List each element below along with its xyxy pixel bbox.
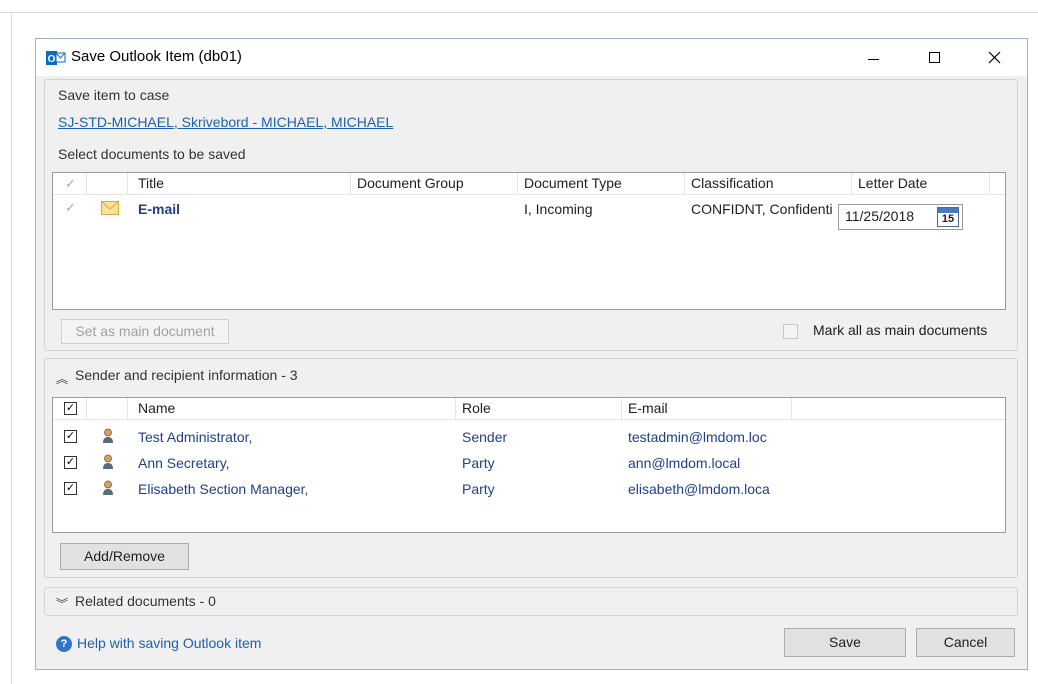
- minimize-button[interactable]: [850, 39, 896, 76]
- column-letter-date[interactable]: Letter Date: [852, 173, 990, 194]
- column-document-group[interactable]: Document Group: [351, 173, 518, 194]
- column-role[interactable]: Role: [456, 398, 622, 419]
- select-all-documents-cell: ✓: [53, 173, 87, 194]
- documents-table-header: ✓ Title Document Group Document Type Cla…: [53, 173, 1005, 195]
- window-title: Save Outlook Item (db01): [71, 48, 242, 65]
- save-outlook-item-dialog: O Save Outlook Item (db01) Save item to …: [35, 38, 1028, 670]
- envelope-icon: [101, 201, 119, 215]
- calendar-day: 15: [941, 213, 955, 225]
- sender-name[interactable]: Ann Secretary,: [138, 453, 230, 473]
- case-link[interactable]: SJ-STD-MICHAEL, Skrivebord - MICHAEL, MI…: [58, 114, 393, 130]
- outlook-app-icon: O: [46, 51, 66, 65]
- icon-column-header: [87, 173, 128, 194]
- column-name[interactable]: Name: [128, 398, 456, 419]
- svg-text:O: O: [48, 54, 56, 65]
- sender-role: Party: [462, 455, 495, 471]
- select-all-documents-checkbox[interactable]: ✓: [64, 177, 77, 190]
- background-top-line: [0, 12, 1038, 13]
- icon-column-header: [87, 398, 128, 419]
- select-documents-label: Select documents to be saved: [58, 146, 246, 162]
- sender-recipient-header[interactable]: Sender and recipient information - 3: [75, 367, 298, 383]
- column-classification[interactable]: Classification: [685, 173, 852, 194]
- table-row[interactable]: ✓ Elisabeth Section Manager, Party elisa…: [53, 476, 1005, 502]
- select-all-senders-checkbox[interactable]: ✓: [64, 402, 77, 415]
- sender-email: testadmin@lmdom.loc: [628, 429, 767, 445]
- background-left-line: [11, 12, 12, 684]
- close-icon: [988, 51, 1000, 64]
- sender-row-checkbox[interactable]: ✓: [64, 430, 77, 443]
- cancel-button[interactable]: Cancel: [916, 628, 1015, 657]
- documents-table: ✓ Title Document Group Document Type Cla…: [52, 172, 1006, 310]
- maximize-button[interactable]: [911, 39, 957, 76]
- column-title[interactable]: Title: [128, 173, 351, 194]
- minimize-icon: [867, 59, 879, 60]
- title-bar: O Save Outlook Item (db01): [36, 39, 1027, 76]
- close-button[interactable]: [971, 39, 1017, 76]
- document-title[interactable]: E-mail: [138, 199, 180, 219]
- table-row[interactable]: ✓ Test Administrator, Sender testadmin@l…: [53, 424, 1005, 450]
- senders-table-header: ✓ Name Role E-mail: [53, 398, 1005, 420]
- collapse-chevron-icon[interactable]: ︽: [56, 370, 68, 387]
- help-icon[interactable]: ?: [56, 636, 72, 652]
- letter-date-picker[interactable]: 11/25/2018 15: [838, 204, 963, 230]
- sender-name[interactable]: Test Administrator,: [138, 427, 252, 447]
- sender-email: elisabeth@lmdom.loca: [628, 481, 770, 497]
- senders-table: ✓ Name Role E-mail ✓ Test Administrator,…: [52, 397, 1006, 533]
- sender-role: Sender: [462, 429, 508, 445]
- select-all-senders-cell: ✓: [53, 398, 87, 419]
- calendar-icon[interactable]: 15: [937, 207, 959, 227]
- set-as-main-document-button[interactable]: Set as main document: [61, 319, 229, 344]
- person-icon: [103, 428, 113, 443]
- expand-chevron-icon[interactable]: ︾: [56, 595, 68, 612]
- sender-name[interactable]: Elisabeth Section Manager,: [138, 479, 308, 499]
- sender-row-checkbox[interactable]: ✓: [64, 482, 77, 495]
- save-to-case-label: Save item to case: [58, 87, 170, 103]
- classification-value: CONFIDNT, Confidenti: [691, 201, 833, 217]
- mark-all-main-checkbox[interactable]: [783, 324, 798, 339]
- column-email[interactable]: E-mail: [622, 398, 792, 419]
- maximize-icon: [928, 52, 940, 63]
- person-icon: [103, 480, 113, 495]
- document-type-value: I, Incoming: [524, 201, 593, 217]
- column-document-type[interactable]: Document Type: [518, 173, 685, 194]
- mark-all-main-label: Mark all as main documents: [813, 322, 988, 338]
- person-icon: [103, 454, 113, 469]
- sender-role: Party: [462, 481, 495, 497]
- add-remove-button[interactable]: Add/Remove: [60, 543, 189, 570]
- save-button[interactable]: Save: [784, 628, 906, 657]
- document-row-checkbox[interactable]: ✓: [64, 201, 77, 214]
- related-documents-header[interactable]: Related documents - 0: [75, 593, 216, 609]
- help-link[interactable]: Help with saving Outlook item: [77, 635, 261, 651]
- letter-date-value[interactable]: 11/25/2018: [845, 208, 914, 224]
- sender-email: ann@lmdom.local: [628, 455, 741, 471]
- table-row[interactable]: ✓ Ann Secretary, Party ann@lmdom.local: [53, 450, 1005, 476]
- sender-row-checkbox[interactable]: ✓: [64, 456, 77, 469]
